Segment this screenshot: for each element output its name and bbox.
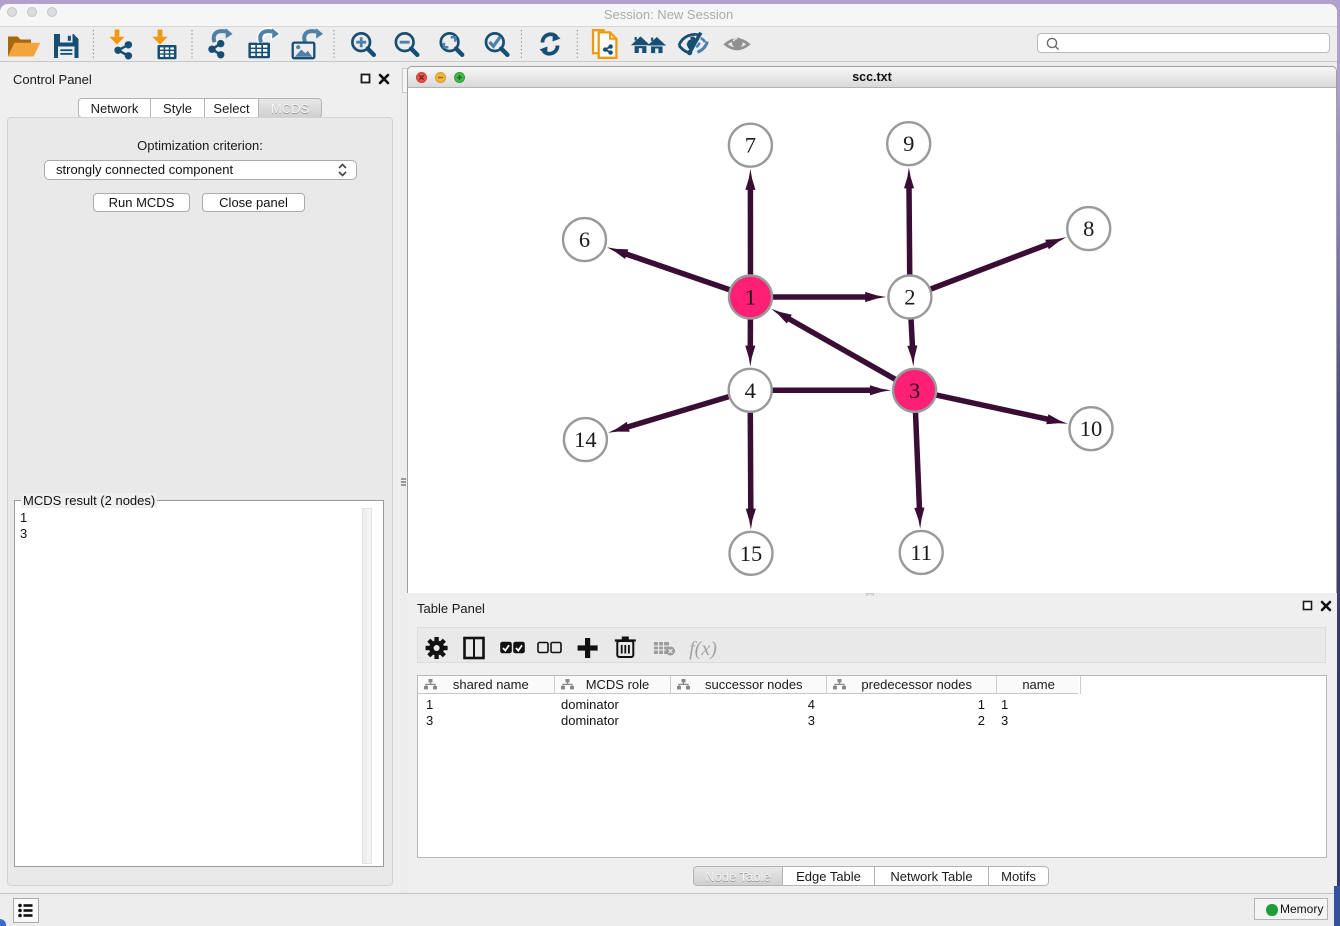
svg-text:11: 11 xyxy=(910,540,932,565)
svg-text:10: 10 xyxy=(1080,416,1103,441)
svg-text:3: 3 xyxy=(909,378,920,403)
svg-text:14: 14 xyxy=(574,427,597,452)
svg-text:f(x): f(x) xyxy=(689,638,717,660)
svg-text:1: 1 xyxy=(745,285,756,310)
svg-text:2: 2 xyxy=(904,285,915,310)
svg-text:8: 8 xyxy=(1083,216,1094,241)
svg-text:7: 7 xyxy=(745,133,756,158)
svg-text:4: 4 xyxy=(745,378,756,403)
svg-text:9: 9 xyxy=(903,131,914,156)
svg-text:6: 6 xyxy=(579,227,590,252)
svg-text:15: 15 xyxy=(740,541,763,566)
